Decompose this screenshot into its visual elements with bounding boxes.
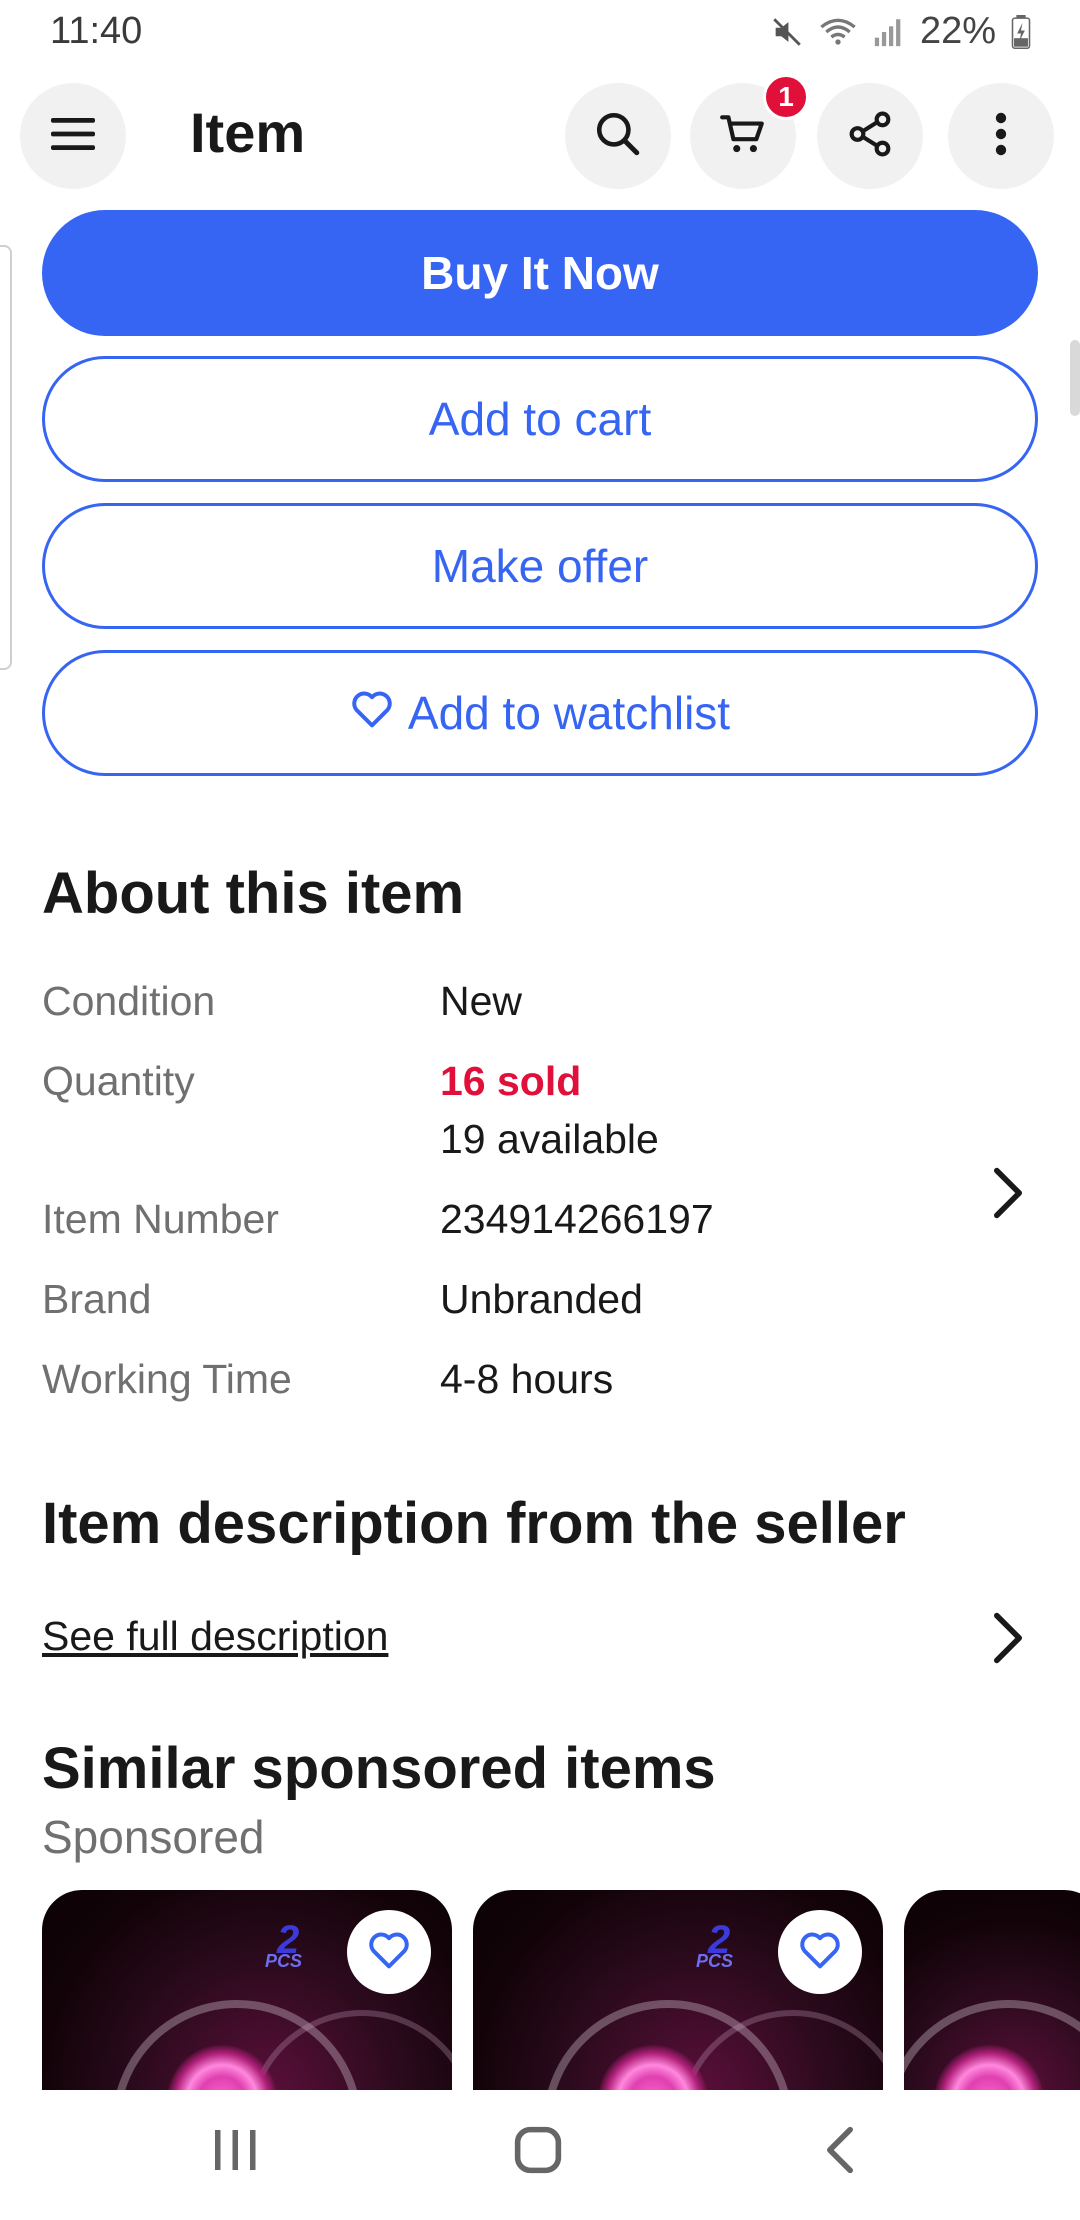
page-title: Item: [190, 101, 306, 164]
system-nav-bar: [0, 2092, 1080, 2220]
quantity-sold: 16 sold: [440, 1058, 582, 1104]
battery-icon: [1010, 14, 1032, 49]
search-button[interactable]: [565, 83, 671, 189]
add-to-cart-button[interactable]: Add to cart: [42, 356, 1038, 482]
heart-icon: [798, 1930, 842, 1975]
share-icon: [845, 109, 895, 164]
about-section-title: About this item: [42, 861, 465, 926]
more-vertical-icon: [993, 110, 1009, 163]
app-header: Item 1: [0, 74, 1080, 192]
product-badge-unit: PCS: [696, 1951, 734, 1971]
recent-apps-button[interactable]: [210, 2122, 260, 2178]
cart-icon: [718, 109, 768, 164]
spec-label-working-time: Working Time: [42, 1356, 292, 1402]
spec-value-condition: New: [440, 978, 523, 1024]
watch-item-button[interactable]: [778, 1910, 862, 1994]
spec-label-item-number: Item Number: [42, 1196, 279, 1242]
item-page: 11:40 22% Item 1 Buy It Now Add to cart …: [0, 0, 1080, 2220]
menu-button[interactable]: [20, 83, 126, 189]
spec-value-item-number: 234914266197: [440, 1196, 714, 1242]
product-image-badge: 2 PCS: [696, 1918, 733, 1972]
spec-label-quantity: Quantity: [42, 1058, 195, 1104]
mute-icon: [770, 15, 804, 49]
similar-items-title: Similar sponsored items: [42, 1736, 716, 1801]
make-offer-button[interactable]: Make offer: [42, 503, 1038, 629]
home-button[interactable]: [510, 2122, 566, 2178]
sponsored-label: Sponsored: [42, 1811, 265, 1863]
add-to-watchlist-button[interactable]: Add to watchlist: [42, 650, 1038, 776]
sponsored-item-card[interactable]: [904, 1890, 1080, 2090]
signal-icon: [872, 15, 906, 49]
search-icon: [593, 109, 643, 164]
product-image-badge: 2 PCS: [265, 1918, 302, 1972]
chevron-right-icon[interactable]: [990, 1165, 1026, 1226]
cart-count-badge: 1: [763, 74, 809, 120]
product-badge-unit: PCS: [265, 1951, 303, 1971]
description-section-title: Item description from the seller: [42, 1491, 906, 1556]
sponsored-item-card[interactable]: 2 PCS: [42, 1890, 452, 2090]
status-bar: 11:40 22%: [0, 0, 1080, 64]
scrollbar-thumb[interactable]: [1070, 340, 1080, 416]
spec-label-brand: Brand: [42, 1276, 152, 1322]
status-time: 11:40: [50, 10, 143, 52]
spec-value-brand: Unbranded: [440, 1276, 643, 1322]
more-options-button[interactable]: [948, 83, 1054, 189]
see-full-description-link[interactable]: See full description: [42, 1613, 388, 1660]
status-icons: 22%: [770, 10, 1032, 53]
quantity-available: 19 available: [440, 1116, 659, 1162]
share-button[interactable]: [817, 83, 923, 189]
sponsored-item-card[interactable]: 2 PCS: [473, 1890, 883, 2090]
buy-it-now-button[interactable]: Buy It Now: [42, 210, 1038, 336]
heart-icon: [350, 686, 394, 740]
image-carousel-edge: [0, 245, 12, 670]
add-to-watchlist-label: Add to watchlist: [407, 687, 731, 739]
heart-icon: [367, 1930, 411, 1975]
spec-label-condition: Condition: [42, 978, 216, 1024]
wifi-icon: [818, 15, 858, 49]
battery-percent: 22%: [919, 10, 996, 52]
chevron-right-icon[interactable]: [990, 1610, 1026, 1671]
watch-item-button[interactable]: [347, 1910, 431, 1994]
back-button[interactable]: [820, 2122, 860, 2178]
spec-value-working-time: 4-8 hours: [440, 1356, 614, 1402]
menu-icon: [49, 114, 97, 159]
